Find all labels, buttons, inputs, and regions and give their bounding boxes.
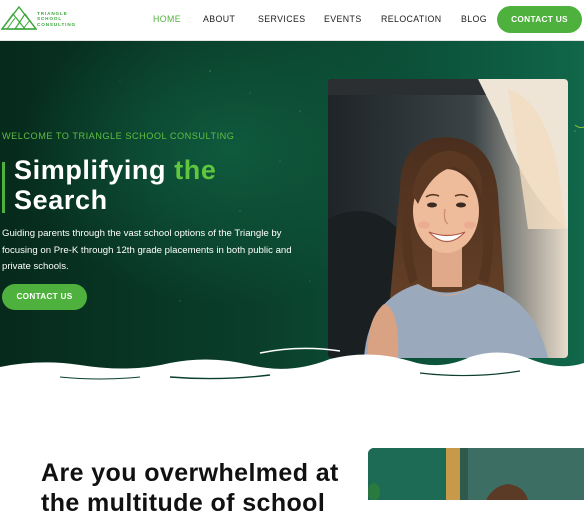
contact-us-button[interactable]: CONTACT US [497,6,582,33]
brush-wave-divider [0,347,584,381]
hero-contact-button[interactable]: CONTACT US [2,284,87,310]
hero-eyebrow: WELCOME TO TRIANGLE SCHOOL CONSULTING [2,131,235,141]
title-accent-bar [2,162,5,213]
site-header: TRIANGLE SCHOOL CONSULTING HOME ABOUT SE… [0,0,584,41]
section-heading-line1: Are you overwhelmed at [41,459,339,487]
hero-description: Guiding parents through the vast school … [2,228,292,272]
nav-relocation[interactable]: RELOCATION [381,14,442,24]
hero-title-part2: Search [14,185,108,215]
hero-title-highlight: the [174,155,217,185]
section-heading-line2: the multitude of school [41,489,326,517]
hero-title: Simplifying the Search [14,155,217,215]
nav-about[interactable]: ABOUT [203,14,235,24]
nav-blog[interactable]: BLOG [461,14,487,24]
nav-home[interactable]: HOME [153,14,181,24]
nav-services[interactable]: SERVICES [258,14,306,24]
nav-events[interactable]: EVENTS [324,14,362,24]
photo-woman-smiling [328,79,568,358]
hero-title-part1: Simplifying [14,155,175,185]
hero-section: WELCOME TO TRIANGLE SCHOOL CONSULTING Si… [0,41,584,381]
section-photo [368,448,584,500]
